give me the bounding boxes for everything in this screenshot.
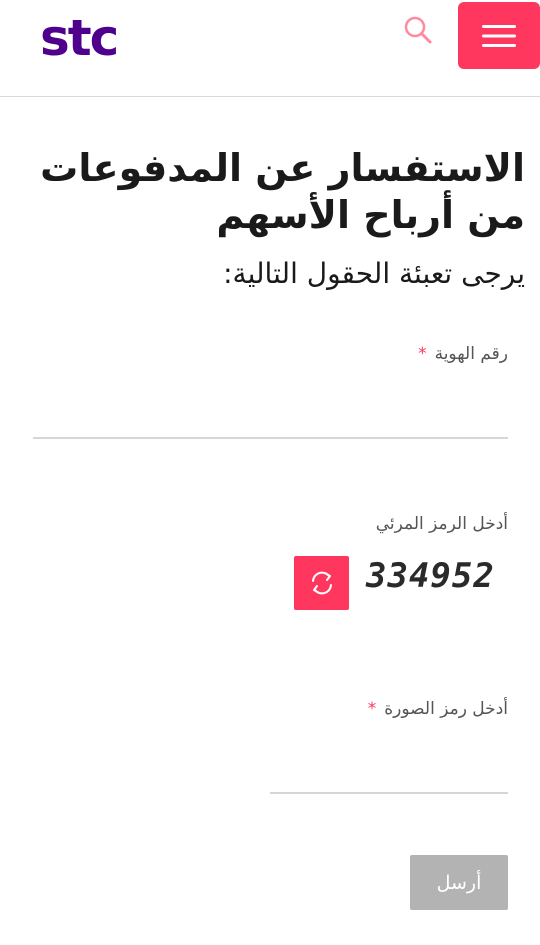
required-mark: * bbox=[418, 344, 427, 364]
id-number-label-text: رقم الهوية bbox=[434, 344, 508, 364]
required-mark: * bbox=[367, 699, 377, 719]
id-number-input[interactable] bbox=[33, 395, 508, 439]
page: stc الاستفسار عن المدفوعات من أرباح الأس… bbox=[0, 0, 540, 945]
menu-button[interactable] bbox=[458, 2, 540, 69]
header: stc bbox=[0, 0, 540, 97]
refresh-icon bbox=[311, 571, 332, 595]
stc-logo[interactable]: stc bbox=[40, 8, 119, 68]
captcha-label: أدخل الرمز المرئي bbox=[375, 514, 508, 534]
image-code-label-text: أدخل رمز الصورة bbox=[384, 699, 508, 719]
submit-button[interactable]: أرسل bbox=[410, 855, 508, 910]
search-icon bbox=[404, 16, 432, 44]
id-number-label: رقم الهوية * bbox=[208, 342, 508, 366]
page-subtitle: يرجى تعبئة الحقول التالية: bbox=[223, 257, 525, 290]
image-code-label: أدخل رمز الصورة * bbox=[208, 697, 508, 721]
page-title: الاستفسار عن المدفوعات من أرباح الأسهم bbox=[40, 146, 525, 237]
captcha-image-code: 334952 bbox=[366, 556, 495, 596]
refresh-captcha-button[interactable] bbox=[294, 556, 349, 610]
hamburger-menu-icon bbox=[482, 24, 516, 47]
image-code-input[interactable] bbox=[270, 750, 508, 794]
search-button[interactable] bbox=[398, 10, 438, 50]
